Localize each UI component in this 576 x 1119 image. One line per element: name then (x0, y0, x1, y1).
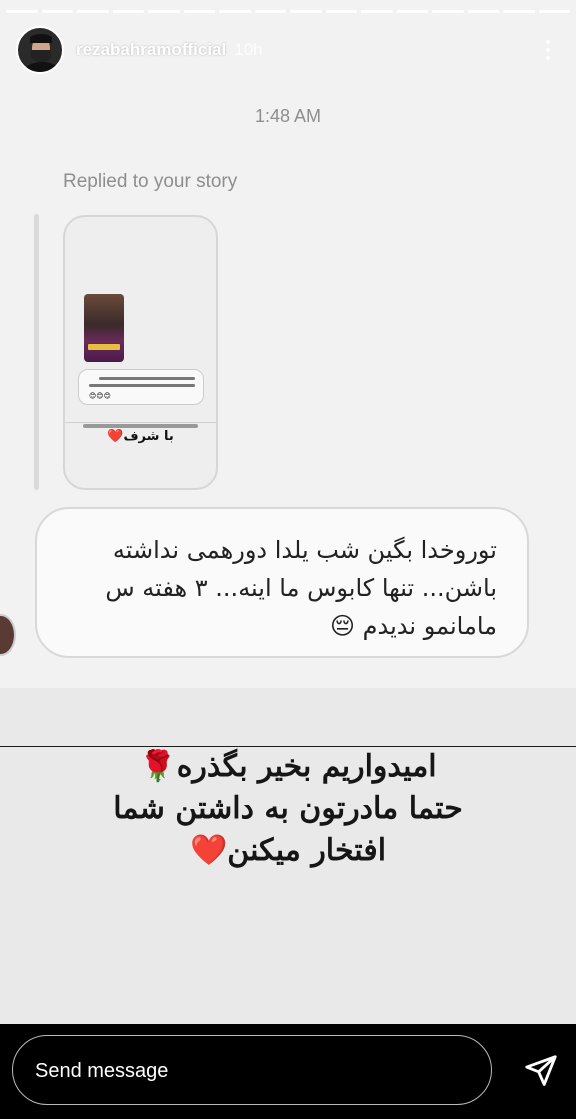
progress-segment (148, 10, 180, 13)
thumbnail-message-bubble: 😊😊😊 (78, 369, 204, 405)
progress-segment (503, 10, 535, 13)
reply-quote-line (34, 214, 39, 490)
progress-segment (254, 10, 286, 13)
progress-segment (396, 10, 428, 13)
send-message-placeholder: Send message (35, 1060, 169, 1082)
progress-segment (467, 10, 499, 13)
poster-image (84, 294, 124, 362)
message-text: توروخدا بگین شب یلدا دورهمی نداشته باشن.… (57, 531, 497, 645)
progress-segment (538, 10, 570, 13)
progress-segment (41, 10, 73, 13)
caption-line: حتما مادرتون به داشتن شما (113, 791, 463, 826)
story-lower-area: امیدواریم بخیر بگذره🌹 حتما مادرتون به دا… (0, 688, 576, 1024)
replied-to-story-label: Replied to your story (63, 171, 238, 192)
progress-segment (77, 10, 109, 13)
profile-avatar[interactable] (16, 26, 64, 74)
replied-story-thumbnail: 😊😊😊 با شرف❤️ (63, 215, 218, 490)
sender-avatar (0, 614, 16, 656)
caption-line: افتخار میکنن❤️ (189, 833, 387, 868)
progress-segment (219, 10, 251, 13)
story-frame[interactable]: rezabahramofficial 10h 1:48 AM Replied t… (0, 0, 576, 1024)
story-progress-bar (6, 10, 570, 13)
message-timestamp: 1:48 AM (254, 106, 322, 126)
caption-line: امیدواریم بخیر بگذره🌹 (139, 749, 437, 784)
reply-caption: امیدواریم بخیر بگذره🌹 حتما مادرتون به دا… (0, 746, 576, 872)
message-line: مامانمو ندیدم 😔 (330, 612, 497, 640)
username[interactable]: rezabahramofficial (76, 40, 226, 60)
progress-segment (432, 10, 464, 13)
thumbnail-sticker-text: با شرف❤️ (107, 429, 174, 444)
message-bubble: توروخدا بگین شب یلدا دورهمی نداشته باشن.… (35, 507, 529, 658)
progress-segment (112, 10, 144, 13)
progress-segment (290, 10, 322, 13)
message-bar: Send message (0, 1024, 576, 1119)
progress-segment (183, 10, 215, 13)
progress-segment (361, 10, 393, 13)
message-line: باشن... تنها کابوس ما اینه... ۳ هفته س (105, 574, 497, 602)
post-time-ago: 10h (234, 40, 263, 59)
story-header: rezabahramofficial 10h (16, 24, 560, 76)
progress-segment (6, 10, 38, 13)
message-line: توروخدا بگین شب یلدا دورهمی نداشته (112, 536, 497, 564)
more-options-icon[interactable] (536, 35, 560, 65)
send-message-input[interactable]: Send message (12, 1035, 492, 1105)
paper-plane-icon[interactable] (522, 1052, 560, 1090)
progress-segment (325, 10, 357, 13)
